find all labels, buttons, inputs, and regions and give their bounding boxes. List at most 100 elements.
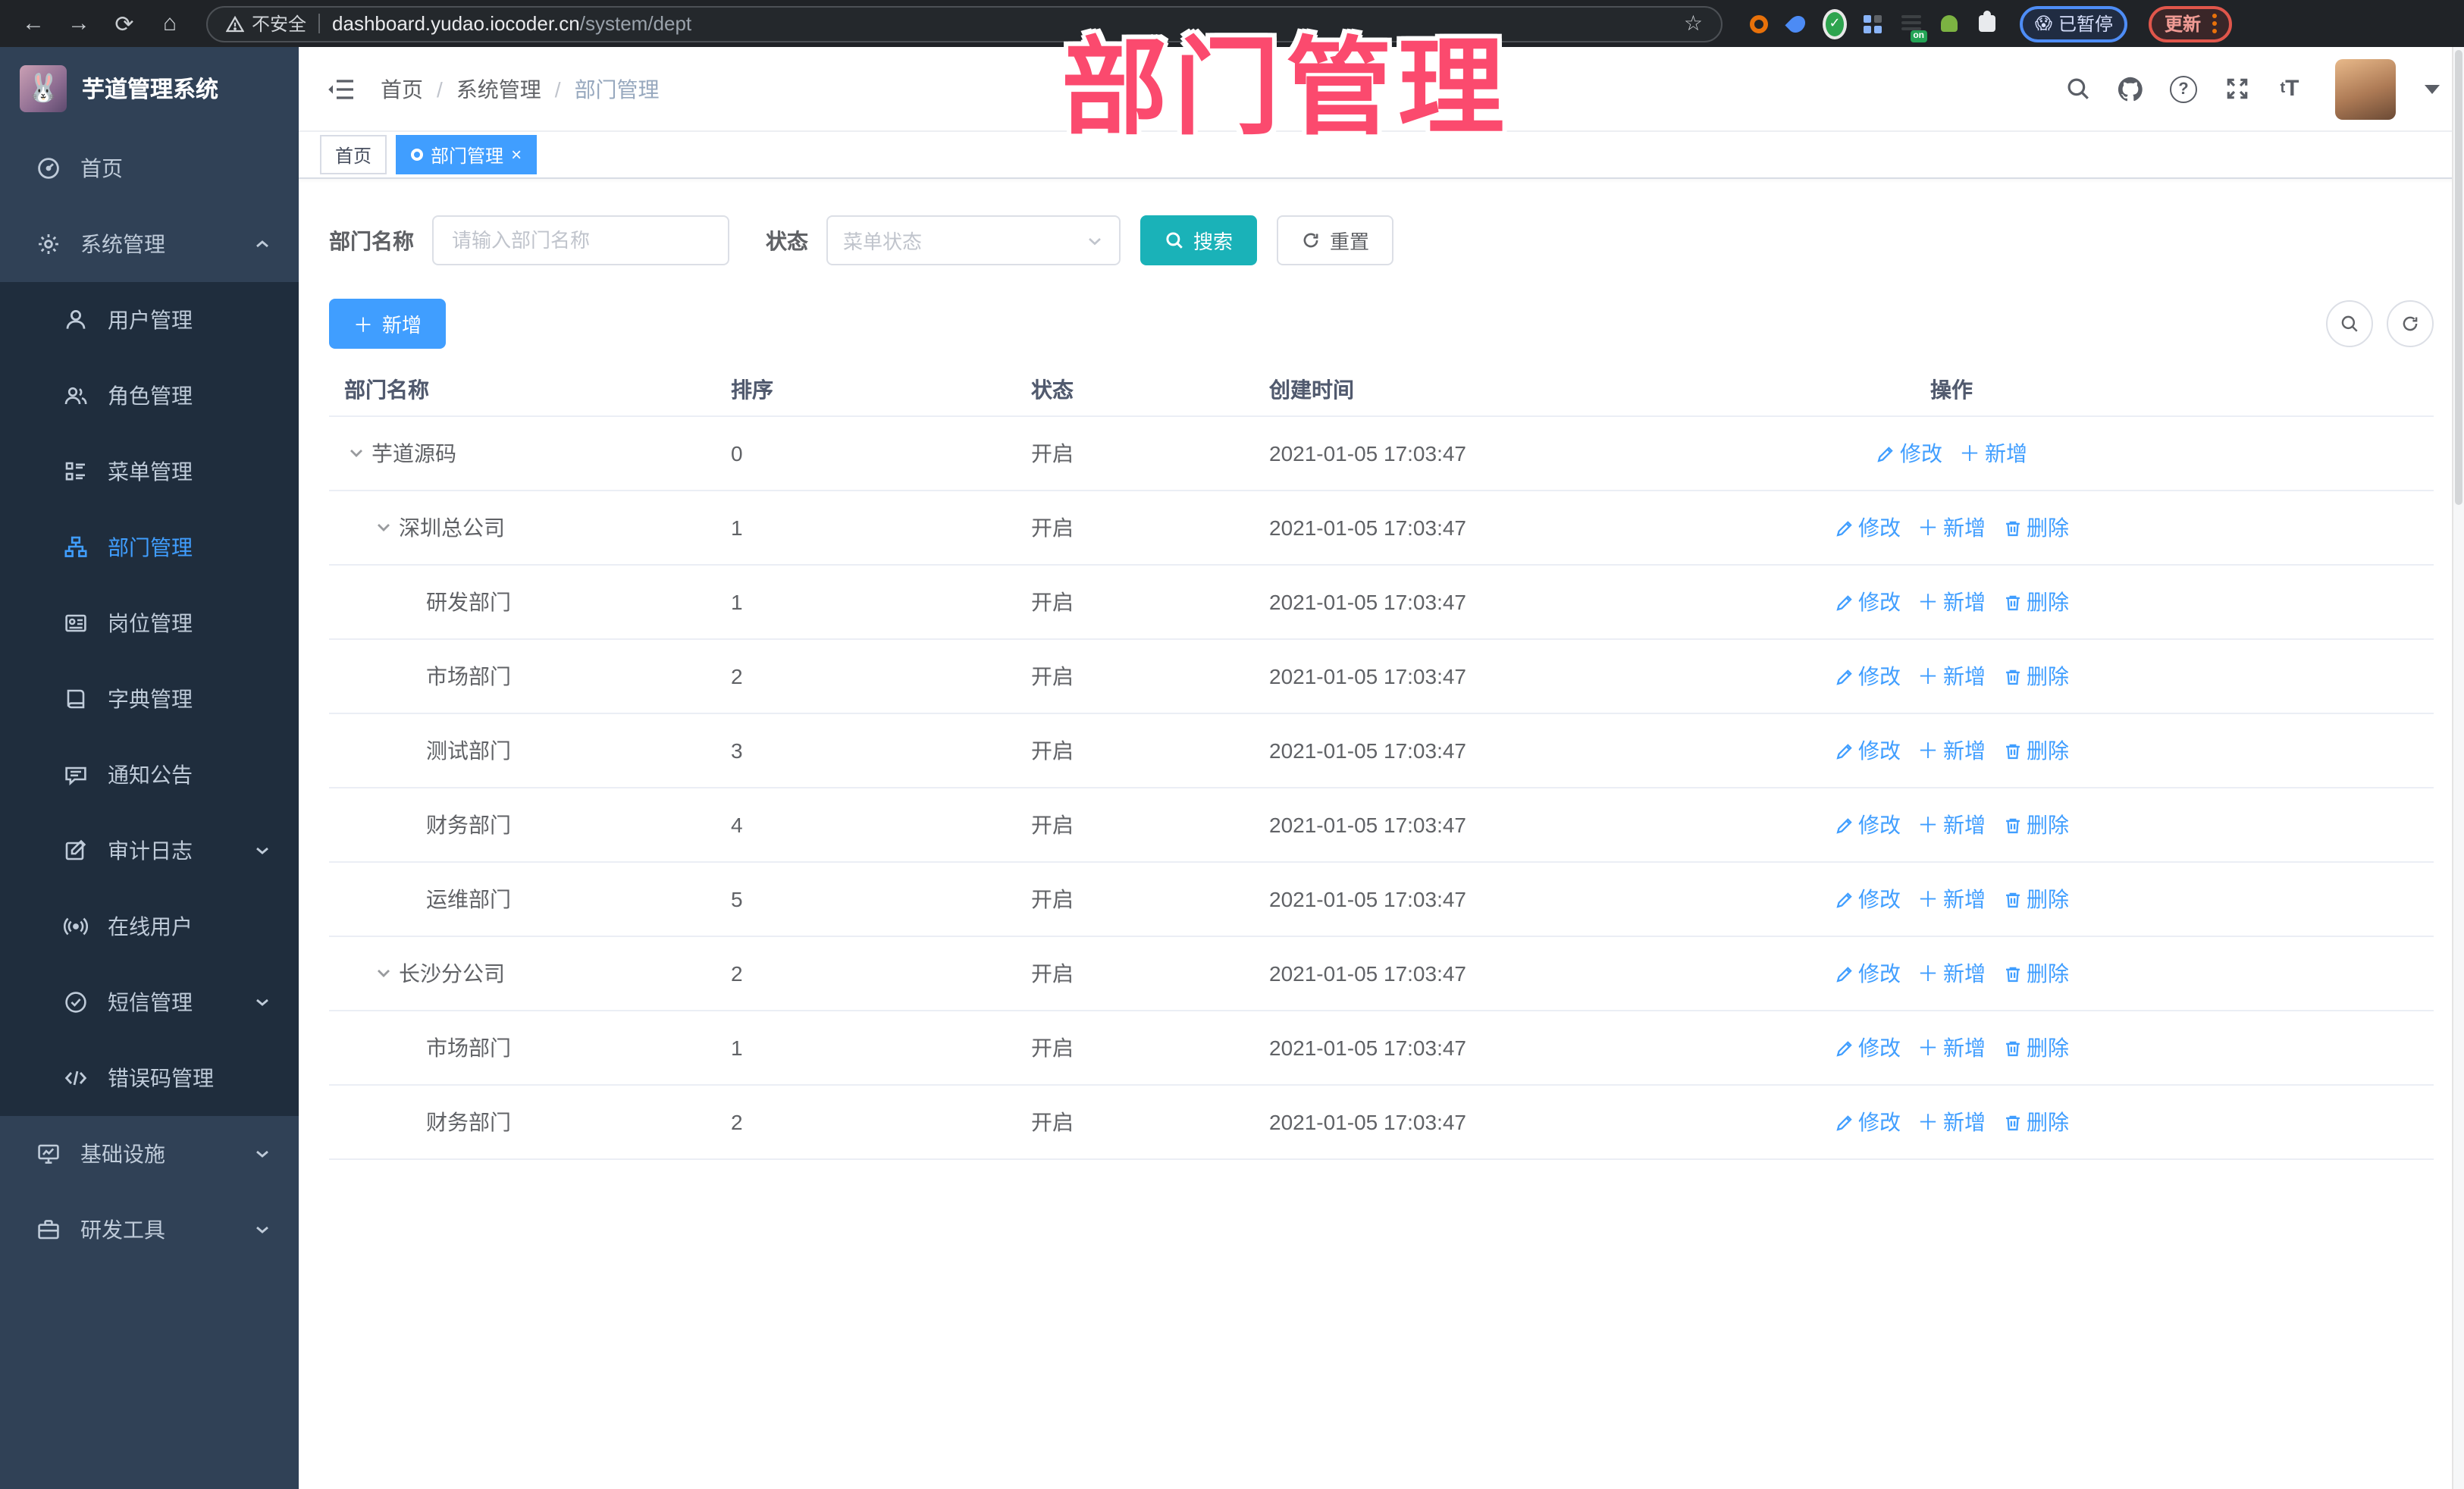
header-search-icon[interactable] (2064, 75, 2091, 102)
sidebar-item-label: 首页 (80, 156, 123, 180)
bookmark-star-icon[interactable]: ☆ (1684, 11, 1703, 36)
add-child-link[interactable]: ＋ 新增 (1917, 587, 1986, 617)
edit-link[interactable]: 修改 (1834, 810, 1901, 840)
edit-link[interactable]: 修改 (1834, 884, 1901, 914)
expand-chevron-icon[interactable] (371, 962, 394, 985)
tab-departments[interactable]: 部门管理 × (396, 135, 538, 174)
extension-icon-drop[interactable] (1785, 11, 1809, 36)
breadcrumb-system[interactable]: 系统管理 (456, 74, 541, 104)
browser-back-icon[interactable]: ← (15, 5, 52, 42)
dept-created-time: 2021-01-05 17:03:47 (1254, 639, 1469, 714)
help-icon[interactable]: ? (2170, 75, 2197, 102)
sidebar-item-posts[interactable]: 岗位管理 (0, 585, 299, 661)
expand-chevron-icon[interactable] (371, 516, 394, 539)
sidebar-item-menus[interactable]: 菜单管理 (0, 434, 299, 509)
sidebar-item-online-users[interactable]: 在线用户 (0, 889, 299, 964)
sidebar-item-audit-log[interactable]: 审计日志 (0, 813, 299, 889)
sidebar-item-error-codes[interactable]: 错误码管理 (0, 1040, 299, 1116)
delete-link[interactable]: 删除 (2002, 735, 2069, 766)
emoji-face-icon: 😱 (2035, 15, 2052, 33)
close-icon[interactable]: × (511, 146, 522, 164)
fullscreen-icon[interactable] (2223, 75, 2250, 102)
avatar-caret-icon[interactable] (2425, 84, 2440, 93)
edit-link[interactable]: 修改 (1834, 661, 1901, 691)
show-search-toggle-button[interactable] (2326, 300, 2373, 347)
add-child-link[interactable]: ＋ 新增 (1917, 1033, 1986, 1063)
delete-link[interactable]: 删除 (2002, 958, 2069, 989)
browser-home-icon[interactable]: ⌂ (152, 5, 188, 42)
delete-link[interactable]: 删除 (2002, 1033, 2069, 1063)
browser-forward-icon[interactable]: → (61, 5, 97, 42)
sidebar-item-sms[interactable]: 短信管理 (0, 964, 299, 1040)
dept-created-time: 2021-01-05 17:03:47 (1254, 565, 1469, 640)
add-child-link[interactable]: ＋ 新增 (1917, 810, 1986, 840)
github-icon[interactable] (2117, 75, 2144, 102)
divider (318, 14, 321, 33)
profile-paused-badge[interactable]: 😱 已暂停 (2020, 5, 2128, 42)
edit-link[interactable]: 修改 (1834, 958, 1901, 989)
sidebar-item-home[interactable]: 首页 (0, 130, 299, 206)
add-child-link[interactable]: ＋ 新增 (1917, 513, 1986, 543)
sidebar-item-users[interactable]: 用户管理 (0, 282, 299, 358)
sidebar-item-dictionaries[interactable]: 字典管理 (0, 661, 299, 737)
tab-home[interactable]: 首页 (320, 135, 387, 174)
font-size-icon[interactable]: tT (2276, 75, 2303, 102)
breadcrumb-home[interactable]: 首页 (381, 74, 423, 104)
dept-created-time: 2021-01-05 17:03:47 (1254, 936, 1469, 1011)
sidebar-item-roles[interactable]: 角色管理 (0, 358, 299, 434)
refresh-table-button[interactable] (2387, 300, 2434, 347)
sidebar-item-system[interactable]: 系统管理 (0, 206, 299, 282)
extension-icon-person[interactable] (1936, 11, 1961, 36)
status-select[interactable]: 菜单状态 (826, 215, 1121, 265)
search-button[interactable]: 搜索 (1140, 215, 1258, 265)
kebab-menu-icon[interactable] (2212, 14, 2216, 33)
dept-sort: 2 (716, 936, 1016, 1011)
extension-icon-puzzle[interactable] (1974, 11, 1998, 36)
extension-icon-green-check[interactable]: ✓ (1823, 8, 1847, 39)
edit-link[interactable]: 修改 (1834, 513, 1901, 543)
add-button[interactable]: ＋ 新增 (329, 299, 447, 349)
delete-link[interactable]: 删除 (2002, 513, 2069, 543)
security-chip[interactable]: 不安全 (226, 11, 306, 36)
delete-link[interactable]: 删除 (2002, 810, 2069, 840)
edit-link[interactable]: 修改 (1834, 1107, 1901, 1137)
page-content: 部门名称 状态 菜单状态 搜索 重置 (299, 179, 2464, 1489)
sidebar-item-dev-tools[interactable]: 研发工具 (0, 1192, 299, 1268)
dept-name: 财务部门 (426, 1110, 511, 1134)
expand-chevron-icon[interactable] (344, 442, 367, 465)
extension-icon-grid[interactable] (1861, 11, 1885, 36)
browser-update-button[interactable]: 更新 (2149, 5, 2231, 42)
pencil-icon (1835, 594, 1851, 610)
add-child-link[interactable]: ＋ 新增 (1917, 735, 1986, 766)
sidebar-item-departments[interactable]: 部门管理 (0, 509, 299, 585)
tab-label: 首页 (335, 145, 372, 166)
delete-link[interactable]: 删除 (2002, 661, 2069, 691)
edit-link[interactable]: 修改 (1876, 438, 1942, 469)
delete-link[interactable]: 删除 (2002, 587, 2069, 617)
add-child-link[interactable]: ＋ 新增 (1917, 884, 1986, 914)
paused-label: 已暂停 (2058, 14, 2113, 35)
edit-link[interactable]: 修改 (1834, 1033, 1901, 1063)
page-scrollbar[interactable] (2452, 47, 2464, 1489)
sidebar-toggle-icon[interactable] (326, 74, 356, 104)
extension-icon-list[interactable]: on (1898, 11, 1927, 42)
extension-icon-target[interactable] (1747, 11, 1771, 36)
sidebar-item-infrastructure[interactable]: 基础设施 (0, 1116, 299, 1192)
add-child-link[interactable]: ＋ 新增 (1917, 661, 1986, 691)
add-child-link[interactable]: ＋ 新增 (1917, 958, 1986, 989)
delete-link[interactable]: 删除 (2002, 1107, 2069, 1137)
add-child-link[interactable]: ＋ 新增 (1917, 1107, 1986, 1137)
app-logo-row[interactable]: 🐰 芋道管理系统 (0, 47, 299, 130)
edit-link[interactable]: 修改 (1834, 735, 1901, 766)
browser-reload-icon[interactable]: ⟳ (106, 5, 143, 42)
dept-name-input[interactable] (432, 215, 729, 265)
scrollbar-thumb[interactable] (2455, 50, 2462, 505)
add-child-link[interactable]: ＋ 新增 (1959, 438, 2027, 469)
avatar[interactable] (2335, 58, 2396, 119)
delete-link[interactable]: 删除 (2002, 884, 2069, 914)
dept-name: 测试部门 (426, 738, 511, 763)
address-bar[interactable]: 不安全 dashboard.yudao.iocoder.cn/system/de… (206, 5, 1723, 42)
edit-link[interactable]: 修改 (1834, 587, 1901, 617)
sidebar-item-notices[interactable]: 通知公告 (0, 737, 299, 813)
reset-button[interactable]: 重置 (1277, 215, 1394, 265)
